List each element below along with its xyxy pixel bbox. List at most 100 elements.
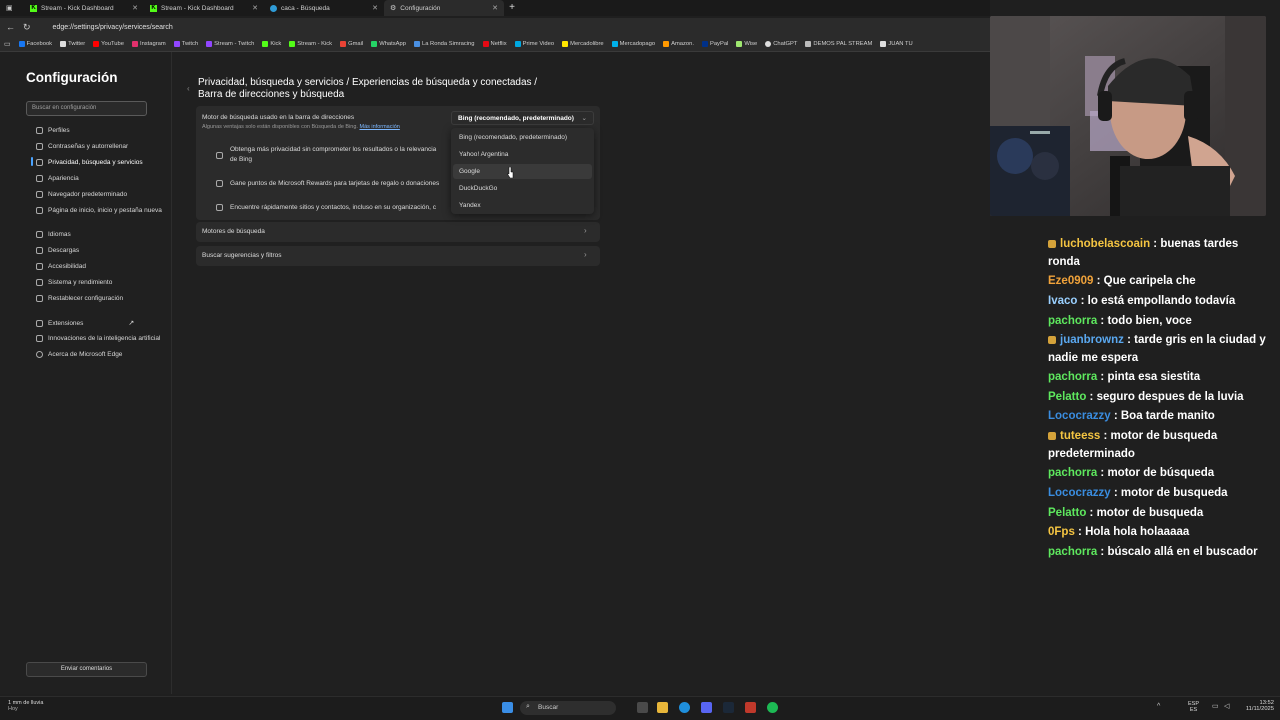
sidebar-item-apariencia[interactable]: Apariencia <box>36 175 79 182</box>
chevron-left-icon[interactable]: ‹ <box>187 84 190 93</box>
chat-message: Ivaco : lo está empollando todavía <box>1048 295 1236 307</box>
chat-username[interactable]: Pelatto <box>1048 391 1086 403</box>
windows-start-icon[interactable] <box>502 702 513 713</box>
kick-icon <box>289 40 296 47</box>
sidebar-item-contrasenas[interactable]: Contraseñas y autorrellenar <box>36 143 128 150</box>
chat-username[interactable]: pachorra <box>1048 371 1097 383</box>
bookmark-item[interactable]: PayPal <box>701 40 728 47</box>
sidebar-item-perfiles[interactable]: Perfiles <box>36 127 70 134</box>
bookmark-item[interactable]: WhatsApp <box>371 40 406 47</box>
sidebar-item-extensiones[interactable]: Extensiones ↗ <box>36 319 134 327</box>
chat-username[interactable]: Lococrazzy <box>1048 410 1111 422</box>
benefit-contacts: Encuentre rápidamente sitios y contactos… <box>230 204 436 211</box>
search-engine-dropdown[interactable]: Bing (recomendado, predeterminado) ⌄ <box>451 111 594 125</box>
edge-icon[interactable] <box>679 702 690 713</box>
bookmark-item[interactable]: La Ronda Simracing <box>413 40 475 47</box>
url-field[interactable]: edge://settings/privacy/services/search <box>53 24 173 31</box>
bookmark-item[interactable]: Kick <box>262 40 281 47</box>
chevron-right-icon: › <box>584 226 587 235</box>
paypal-icon <box>701 40 708 47</box>
close-icon[interactable]: ✕ <box>252 4 258 12</box>
close-icon[interactable]: ✕ <box>132 4 138 12</box>
volume-icon[interactable]: ◁ <box>1224 702 1229 710</box>
sidebar-item-inicio[interactable]: Página de inicio, inicio y pestaña nueva <box>36 207 162 214</box>
language-indicator[interactable]: ESP ES <box>1188 701 1199 713</box>
address-bar: ← ↻ edge://settings/privacy/services/sea… <box>0 18 990 36</box>
tab-actions-icon[interactable]: ▣ <box>6 4 13 12</box>
bookmark-item[interactable]: YouTube <box>93 40 124 47</box>
sidebar-item-innovaciones[interactable]: Innovaciones de la inteligencia artifici… <box>36 335 160 342</box>
option-bing[interactable]: Bing (recomendado, predeterminado) <box>453 130 592 145</box>
app-icon[interactable] <box>745 702 756 713</box>
chat-username[interactable]: 0Fps <box>1048 526 1075 538</box>
breadcrumb[interactable]: Privacidad, búsqueda y servicios / Exper… <box>198 77 537 88</box>
option-google[interactable]: Google <box>453 164 592 179</box>
twitch-icon <box>206 40 213 47</box>
bookmark-item[interactable]: DEMOS PAL STREAM <box>805 40 872 47</box>
bookmark-item[interactable]: Twitch <box>173 40 198 47</box>
bookmark-item[interactable]: Netflix <box>482 40 507 47</box>
option-duckduckgo[interactable]: DuckDuckGo <box>453 181 592 196</box>
chat-username[interactable]: pachorra <box>1048 315 1097 327</box>
sidebar-item-restablecer[interactable]: Restablecer configuración <box>36 295 123 302</box>
sidebar-item-idiomas[interactable]: Idiomas <box>36 231 71 238</box>
steam-icon[interactable] <box>723 702 734 713</box>
bookmark-item[interactable]: Mercadopago <box>611 40 655 47</box>
settings-search-input[interactable]: Buscar en configuración <box>26 101 147 116</box>
chat-username[interactable]: pachorra <box>1048 546 1097 558</box>
chevron-up-icon[interactable]: ^ <box>1157 703 1160 710</box>
tab-configuracion[interactable]: ⚙ Configuración ✕ <box>384 0 504 16</box>
search-icon: ⌕ <box>526 703 530 710</box>
tab-kick-dashboard-1[interactable]: K Stream - Kick Dashboard ✕ <box>24 0 144 16</box>
tab-item[interactable]: ▣ <box>0 0 24 16</box>
netflix-icon <box>482 40 489 47</box>
weather-widget[interactable]: 1 mm de lluvia Hoy <box>8 700 43 712</box>
bookmark-item[interactable]: ChatGPT <box>765 40 797 47</box>
new-tab-button[interactable]: + <box>504 0 520 16</box>
taskbar-search[interactable]: ⌕ Buscar <box>520 701 616 715</box>
reset-icon <box>36 295 43 302</box>
sidebar-item-sistema[interactable]: Sistema y rendimiento <box>36 279 112 286</box>
bookmark-item[interactable]: JUAN TU <box>880 40 913 47</box>
tab-busqueda[interactable]: caca - Búsqueda ✕ <box>264 0 384 16</box>
chat-username[interactable]: Pelatto <box>1048 507 1086 519</box>
bookmark-item[interactable]: Facebook <box>18 40 52 47</box>
chat-username[interactable]: tuteess <box>1060 430 1100 442</box>
close-icon[interactable]: ✕ <box>492 4 498 12</box>
bookmark-item[interactable]: Twitter <box>60 40 85 47</box>
spotify-icon[interactable] <box>767 702 778 713</box>
chat-username[interactable]: juanbrownz <box>1060 334 1124 346</box>
bookmark-item[interactable]: Amazon. <box>663 40 694 47</box>
chat-username[interactable]: luchobelascoain <box>1060 238 1150 250</box>
network-icon[interactable]: ▭ <box>1212 702 1219 710</box>
refresh-icon[interactable]: ↻ <box>23 22 31 33</box>
sidebar-item-acerca[interactable]: Acerca de Microsoft Edge <box>36 351 122 358</box>
sidebar-item-navegador[interactable]: Navegador predeterminado <box>36 191 127 198</box>
option-yandex[interactable]: Yandex <box>453 198 592 213</box>
bookmark-item[interactable]: Stream - Kick <box>289 40 332 47</box>
chat-username[interactable]: Eze0909 <box>1048 275 1093 287</box>
bookmark-item[interactable]: Mercadolibre <box>562 40 604 47</box>
close-icon[interactable]: ✕ <box>372 4 378 12</box>
bookmark-item[interactable]: Prime Video <box>514 40 554 47</box>
task-view-icon[interactable] <box>637 702 648 713</box>
bookmark-item[interactable]: Instagram <box>131 40 166 47</box>
bookmarks-folder-icon[interactable]: ▭ <box>4 40 11 48</box>
sidebar-item-privacidad[interactable]: Privacidad, búsqueda y servicios <box>36 159 143 166</box>
bookmark-item[interactable]: Stream - Twitch <box>206 40 254 47</box>
send-feedback-button[interactable]: Enviar comentarios <box>26 662 147 677</box>
more-info-link[interactable]: Más información <box>359 124 399 130</box>
bookmark-item[interactable]: Gmail <box>340 40 363 47</box>
tab-kick-dashboard-2[interactable]: K Stream - Kick Dashboard ✕ <box>144 0 264 16</box>
chat-username[interactable]: Lococrazzy <box>1048 487 1111 499</box>
bookmark-item[interactable]: Wise <box>736 40 757 47</box>
back-icon[interactable]: ← <box>6 22 15 32</box>
file-explorer-icon[interactable] <box>657 702 668 713</box>
discord-icon[interactable] <box>701 702 712 713</box>
option-yahoo[interactable]: Yahoo! Argentina <box>453 147 592 162</box>
chat-username[interactable]: pachorra <box>1048 467 1097 479</box>
sidebar-item-accesibilidad[interactable]: Accesibilidad <box>36 263 86 270</box>
clock[interactable]: 13:52 11/11/2025 <box>1240 700 1274 712</box>
chat-username[interactable]: Ivaco <box>1048 295 1077 307</box>
sidebar-item-descargas[interactable]: Descargas <box>36 247 79 254</box>
